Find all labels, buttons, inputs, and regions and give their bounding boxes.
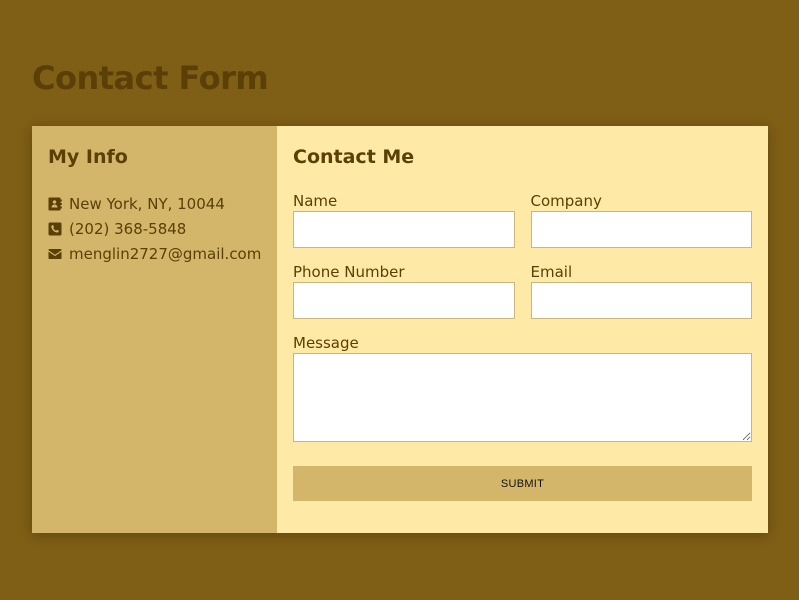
form-panel: Contact Me Name Company Phone Number Ema… [277,126,768,533]
form-row-1: Name Company [293,191,752,262]
form-heading: Contact Me [293,146,415,168]
info-item-email: menglin2727@gmail.com [48,241,261,266]
name-label: Name [293,192,338,210]
envelope-icon [48,247,62,261]
info-panel: My Info New York, NY, 10044 (202) 368-58… [32,126,277,533]
info-heading: My Info [48,146,128,168]
info-list: New York, NY, 10044 (202) 368-5848 mengl… [48,191,261,266]
phone-field-group: Phone Number [293,262,515,319]
info-email-text: menglin2727@gmail.com [69,244,262,263]
address-card-icon [48,197,62,211]
message-textarea[interactable] [293,353,752,442]
company-label: Company [530,192,602,210]
info-address-text: New York, NY, 10044 [69,194,225,213]
contact-card: My Info New York, NY, 10044 (202) 368-58… [32,126,768,533]
name-input[interactable] [293,211,515,248]
phone-label: Phone Number [293,263,405,281]
page-title: Contact Form [32,59,269,97]
company-input[interactable] [530,211,752,248]
form-row-2: Phone Number Email [293,262,752,333]
email-label: Email [530,263,573,281]
message-field-group: Message [293,333,752,446]
info-item-address: New York, NY, 10044 [48,191,261,216]
email-input[interactable] [530,282,752,319]
phone-square-icon [48,222,62,236]
company-field-group: Company [530,191,752,248]
submit-button[interactable]: SUBMIT [293,466,752,501]
name-field-group: Name [293,191,515,248]
email-field-group: Email [530,262,752,319]
message-label: Message [293,334,359,352]
info-item-phone: (202) 368-5848 [48,216,261,241]
phone-input[interactable] [293,282,515,319]
info-phone-text: (202) 368-5848 [69,219,187,238]
